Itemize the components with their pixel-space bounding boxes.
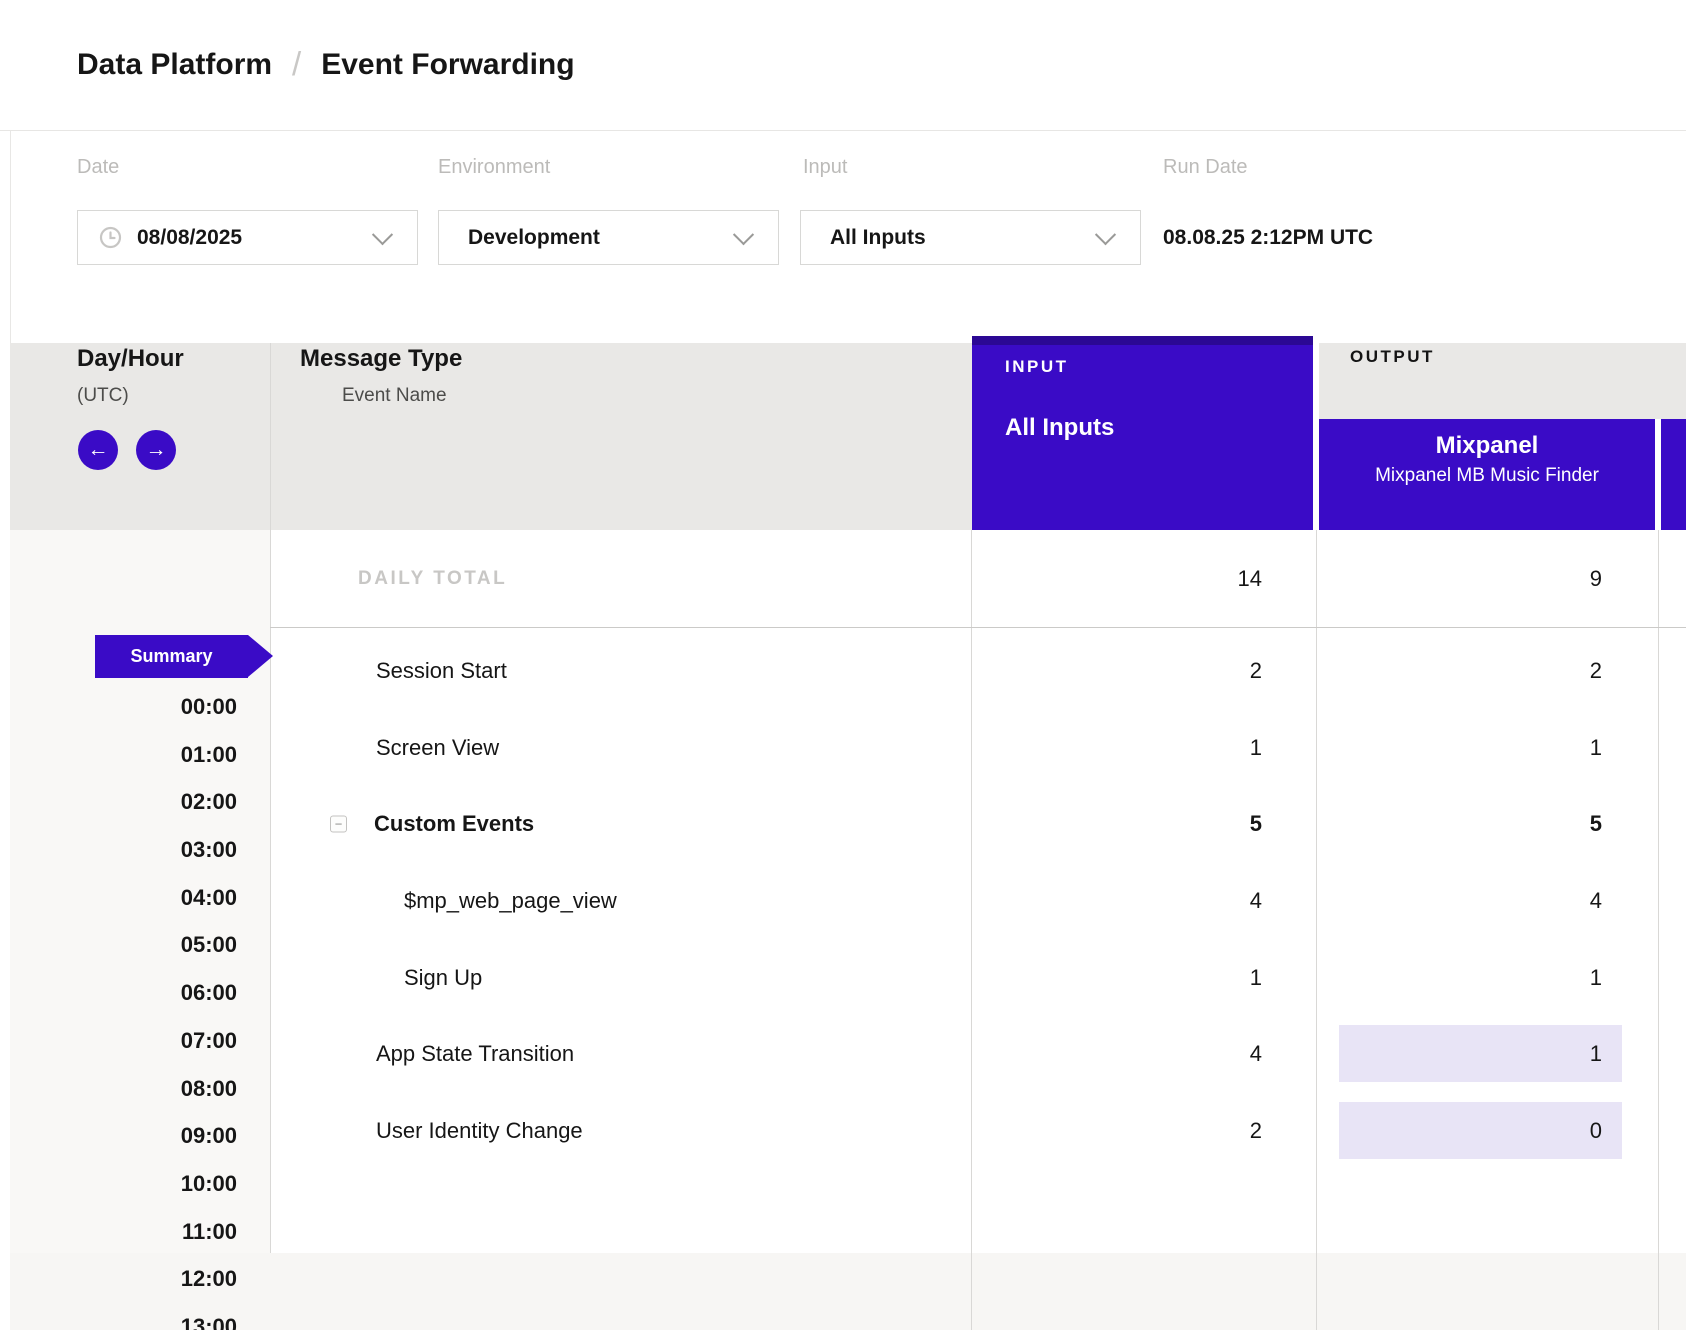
event-name: Session Start [376, 632, 507, 709]
run-date-label: Run Date [1163, 156, 1248, 179]
output-column-header-mixpanel[interactable]: Mixpanel Mixpanel MB Music Finder [1319, 419, 1655, 530]
input-filter-label: Input [803, 156, 847, 179]
page-title: Event Forwarding [321, 48, 574, 82]
table-row: App State Transition 4 1 [270, 1015, 1686, 1092]
breadcrumb-separator: / [292, 45, 301, 83]
output-column-header-next-partial[interactable] [1661, 419, 1686, 530]
hour-slot[interactable]: 09:00 [60, 1123, 237, 1149]
input-value: All Inputs [830, 226, 926, 250]
table-row: Screen View 1 1 [270, 709, 1686, 786]
output-column-name: Mixpanel [1319, 432, 1655, 460]
day-hour-subheader: (UTC) [77, 385, 129, 407]
column-gap [1313, 336, 1319, 530]
run-date-value: 08.08.25 2:12PM UTC [1163, 210, 1373, 265]
breadcrumb: Data Platform / Event Forwarding [77, 0, 575, 130]
table-row: − Custom Events 5 5 [270, 785, 1686, 862]
output-count: 5 [1339, 795, 1622, 852]
input-count: 4 [970, 1015, 1262, 1092]
hour-slot[interactable]: 05:00 [60, 932, 237, 958]
input-column-header[interactable]: INPUT All Inputs [972, 336, 1313, 530]
output-count: 1 [1339, 949, 1622, 1006]
chevron-down-icon [372, 224, 393, 245]
environment-dropdown[interactable]: Development [438, 210, 779, 265]
clock-icon [99, 226, 122, 249]
daily-total-divider [270, 627, 1686, 628]
input-count: 1 [970, 939, 1262, 1016]
event-name-subheader: Event Name [342, 385, 447, 407]
daily-total-input-value: 14 [970, 530, 1262, 627]
hour-slot[interactable]: 10:00 [60, 1171, 237, 1197]
table-row: $mp_web_page_view 4 4 [270, 862, 1686, 939]
input-count: 2 [970, 1092, 1262, 1169]
hour-slot[interactable]: 01:00 [60, 742, 237, 768]
column-gap [1655, 419, 1661, 530]
daily-total-label: DAILY TOTAL [358, 530, 507, 627]
table-row: User Identity Change 2 0 [270, 1092, 1686, 1169]
hour-slot[interactable]: 06:00 [60, 980, 237, 1006]
hour-slot[interactable]: 04:00 [60, 885, 237, 911]
input-group-label: INPUT [1005, 357, 1069, 377]
input-count: 4 [970, 862, 1262, 939]
table-row: Sign Up 1 1 [270, 939, 1686, 1016]
date-dropdown[interactable]: 08/08/2025 [77, 210, 418, 265]
event-name: User Identity Change [376, 1092, 583, 1169]
arrow-left-icon: ← [88, 438, 109, 462]
input-count: 1 [970, 709, 1262, 786]
hour-slot[interactable]: 12:00 [60, 1266, 237, 1292]
empty-bottom-zone [10, 1253, 1686, 1330]
input-column-name: All Inputs [1005, 414, 1114, 442]
event-name: $mp_web_page_view [404, 862, 617, 939]
event-group-name: Custom Events [374, 785, 534, 862]
hour-slot[interactable]: 13:00 [60, 1314, 237, 1330]
breadcrumb-section[interactable]: Data Platform [77, 48, 272, 82]
hour-slot[interactable]: 07:00 [60, 1028, 237, 1054]
summary-badge-arrow [248, 635, 273, 677]
date-filter-label: Date [77, 156, 119, 179]
event-name: App State Transition [376, 1015, 574, 1092]
top-bar: Data Platform / Event Forwarding [0, 0, 1686, 131]
hour-slot[interactable]: 11:00 [60, 1219, 237, 1245]
arrow-right-icon: → [146, 438, 167, 462]
input-column-selected-stripe [972, 336, 1313, 345]
daily-total-output-value: 9 [1339, 550, 1622, 607]
event-name: Screen View [376, 709, 499, 786]
previous-day-button[interactable]: ← [78, 430, 118, 470]
daily-total-row: DAILY TOTAL 14 9 [270, 530, 1686, 627]
output-group-label: OUTPUT [1350, 347, 1435, 367]
environment-value: Development [468, 226, 600, 250]
event-forwarding-page: Data Platform / Event Forwarding Date En… [0, 0, 1686, 1330]
date-value: 08/08/2025 [137, 226, 242, 250]
minus-icon: − [335, 817, 343, 830]
next-day-button[interactable]: → [136, 430, 176, 470]
day-hour-header: Day/Hour [77, 345, 184, 373]
summary-badge-label: Summary [130, 646, 212, 667]
message-type-header: Message Type [300, 345, 462, 373]
output-count: 1 [1339, 719, 1622, 776]
output-column-subtitle: Mixpanel MB Music Finder [1319, 465, 1655, 487]
environment-filter-label: Environment [438, 156, 550, 179]
input-count: 5 [970, 785, 1262, 862]
hour-slot[interactable]: 00:00 [60, 694, 237, 720]
chevron-down-icon [1095, 224, 1116, 245]
hour-slot[interactable]: 03:00 [60, 837, 237, 863]
hour-slot[interactable]: 02:00 [60, 789, 237, 815]
chevron-down-icon [733, 224, 754, 245]
table-row: Session Start 2 2 [270, 632, 1686, 709]
output-count-highlighted: 0 [1339, 1102, 1622, 1159]
input-dropdown[interactable]: All Inputs [800, 210, 1141, 265]
hour-slot[interactable]: 08:00 [60, 1076, 237, 1102]
summary-badge[interactable]: Summary [95, 635, 248, 678]
output-count: 2 [1339, 642, 1622, 699]
collapse-toggle[interactable]: − [330, 815, 347, 832]
output-count: 4 [1339, 872, 1622, 929]
event-name: Sign Up [404, 939, 482, 1016]
input-count: 2 [970, 632, 1262, 709]
output-count-highlighted: 1 [1339, 1025, 1622, 1082]
